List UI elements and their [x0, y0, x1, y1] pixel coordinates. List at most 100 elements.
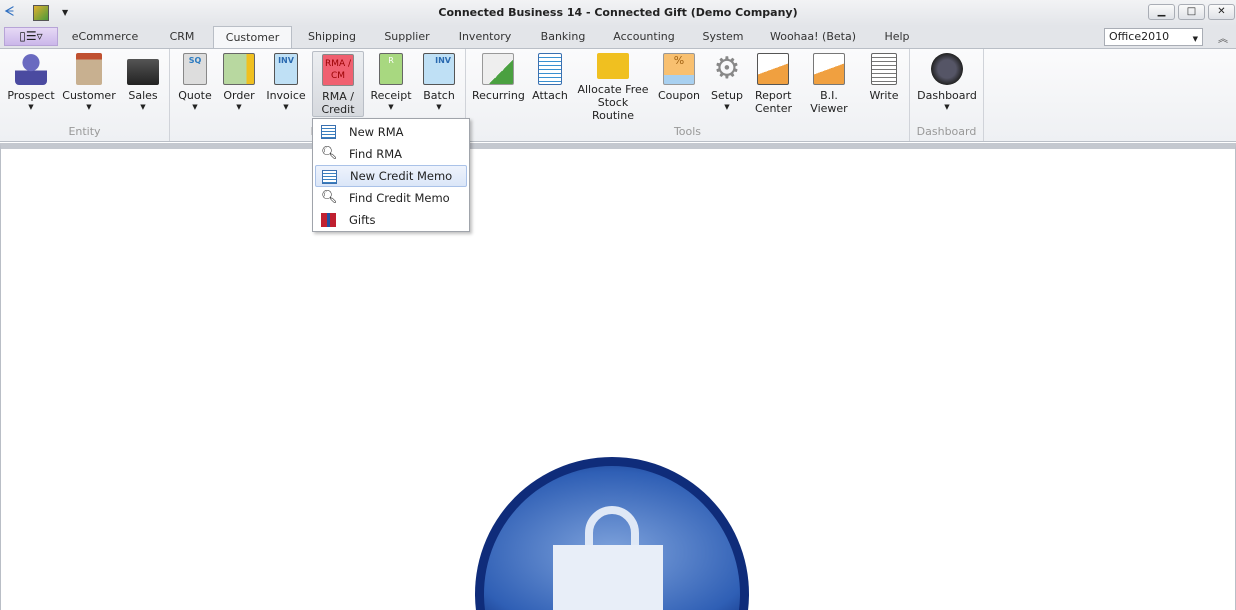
- label: Invoice: [266, 89, 306, 102]
- receipt-button[interactable]: R Receipt ▼: [368, 51, 414, 117]
- sales-button[interactable]: Sales ▼: [120, 51, 166, 117]
- minimize-button[interactable]: ▁: [1148, 4, 1175, 20]
- label: Order: [223, 89, 255, 102]
- invoice-button[interactable]: INV Invoice ▼: [264, 51, 308, 117]
- collapse-ribbon-icon[interactable]: ︽: [1218, 30, 1228, 45]
- label: Dashboard: [917, 89, 977, 102]
- dropdown-arrow-icon: ▼: [944, 103, 950, 111]
- dropdown-arrow-icon: ▼: [283, 103, 289, 111]
- tab-crm[interactable]: CRM: [154, 26, 210, 48]
- chevron-down-icon: ▼: [1192, 35, 1198, 43]
- tab-accounting[interactable]: Accounting: [606, 26, 682, 48]
- dashboard-button[interactable]: Dashboard ▼: [916, 51, 978, 117]
- briefcase-icon: [127, 59, 159, 85]
- label: Customer: [62, 89, 116, 102]
- dropdown-arrow-icon: ▼: [192, 103, 198, 111]
- tab-system[interactable]: System: [692, 26, 754, 48]
- batch-icon: INV: [423, 53, 455, 85]
- rma-credit-button[interactable]: RMA / CMRMA / Credit ▾: [312, 51, 364, 129]
- order-icon: [223, 53, 255, 85]
- dropdown-arrow-icon: ▼: [724, 103, 730, 111]
- order-button[interactable]: Order ▼: [218, 51, 260, 117]
- paperclip-icon: [538, 53, 562, 85]
- gift-icon: [321, 213, 336, 227]
- tab-customer[interactable]: Customer: [213, 26, 292, 49]
- recurring-button[interactable]: Recurring: [472, 51, 525, 117]
- label: Find Credit Memo: [349, 191, 450, 205]
- person-icon: [15, 53, 47, 85]
- window-title: Connected Business 14 - Connected Gift (…: [438, 6, 798, 19]
- report-chart-icon: [757, 53, 789, 85]
- label: Sales: [128, 89, 158, 102]
- menu-item-find-credit-memo[interactable]: 🔍︎ Find Credit Memo: [315, 187, 467, 209]
- label: Allocate Free Stock Routine: [577, 83, 649, 122]
- report-center-button[interactable]: Report Center: [752, 51, 794, 117]
- group-entity: Prospect ▼ Customer ▼ Sales ▼ Entity: [0, 49, 170, 141]
- rma-icon: RMA / CM: [322, 54, 354, 86]
- menu-item-new-credit-memo[interactable]: New Credit Memo: [315, 165, 467, 187]
- close-button[interactable]: ✕: [1208, 4, 1235, 20]
- dropdown-arrow-icon: ▼: [388, 103, 394, 111]
- tab-banking[interactable]: Banking: [530, 26, 596, 48]
- setup-button[interactable]: ⚙ Setup ▼: [708, 51, 746, 117]
- dropdown-arrow-icon: ▼: [28, 103, 34, 111]
- batch-button[interactable]: INV Batch ▼: [418, 51, 460, 117]
- main-content: [0, 143, 1236, 610]
- tab-woohaa[interactable]: Woohaa! (Beta): [764, 26, 862, 48]
- invoice-icon: INV: [274, 53, 298, 85]
- label: New Credit Memo: [350, 169, 453, 183]
- magnifier-icon: 🔍︎: [321, 146, 338, 161]
- tab-supplier[interactable]: Supplier: [374, 26, 440, 48]
- prospect-button[interactable]: Prospect ▼: [4, 51, 58, 117]
- coupon-icon: %: [663, 53, 695, 85]
- write-pencil-icon: [871, 53, 897, 85]
- label: Report Center: [755, 89, 793, 115]
- tab-ecommerce[interactable]: eCommerce: [64, 26, 146, 48]
- label: Coupon: [657, 89, 701, 102]
- group-label-entity: Entity: [68, 125, 101, 138]
- label: Prospect: [7, 89, 55, 102]
- dropdown-arrow-icon: ▼: [436, 103, 442, 111]
- application-menu-button[interactable]: ▯☰▿: [4, 27, 58, 46]
- label: New RMA: [349, 125, 404, 139]
- tab-inventory[interactable]: Inventory: [450, 26, 520, 48]
- receipt-icon: R: [379, 53, 403, 85]
- theme-select[interactable]: Office2010 ▼: [1104, 28, 1203, 46]
- ribbon: Prospect ▼ Customer ▼ Sales ▼ Entity SQ Quot…: [0, 48, 1236, 142]
- label: Setup: [710, 89, 744, 102]
- bi-viewer-button[interactable]: B.I. Viewer: [800, 51, 858, 117]
- recurring-icon: [482, 53, 514, 85]
- label: Recurring: [472, 89, 525, 102]
- speedometer-icon: [931, 53, 963, 85]
- menu-item-new-rma[interactable]: New RMA: [315, 121, 467, 143]
- menu-item-find-rma[interactable]: 🔍︎ Find RMA: [315, 143, 467, 165]
- group-label-tools: Tools: [673, 125, 702, 138]
- label: Find RMA: [349, 147, 402, 161]
- grocery-bag-icon: [76, 53, 102, 85]
- magnifier-icon: 🔍︎: [321, 190, 338, 205]
- allocate-free-stock-button[interactable]: Allocate Free Stock Routine: [576, 51, 650, 122]
- new-document-icon: [322, 170, 337, 184]
- tab-help[interactable]: Help: [872, 26, 922, 48]
- dropdown-arrow-icon: ▼: [236, 103, 242, 111]
- label: Attach: [532, 89, 568, 102]
- coupon-button[interactable]: % Coupon: [656, 51, 702, 117]
- quote-icon: SQ: [183, 53, 207, 85]
- label: Receipt: [370, 89, 412, 102]
- quote-button[interactable]: SQ Quote ▼: [176, 51, 214, 117]
- attach-button[interactable]: Attach: [530, 51, 570, 117]
- label: B.I. Viewer: [810, 89, 848, 115]
- write-button[interactable]: Write: [864, 51, 904, 117]
- group-dashboard: Dashboard ▼ Dashboard: [910, 49, 984, 141]
- menu-item-gifts[interactable]: Gifts: [315, 209, 467, 231]
- ribbon-tabs: ▯☰▿ eCommerce CRM Customer Shipping Supp…: [0, 26, 1236, 49]
- tab-shipping[interactable]: Shipping: [298, 26, 366, 48]
- dropdown-arrow-icon: ▼: [86, 103, 92, 111]
- group-label-dashboard: Dashboard: [916, 125, 977, 138]
- allocate-icon: [597, 53, 629, 79]
- bi-chart-icon: [813, 53, 845, 85]
- maximize-button[interactable]: □: [1178, 4, 1205, 20]
- theme-select-value: Office2010: [1109, 30, 1170, 43]
- group-tools: Recurring Attach Allocate Free Stock Rou…: [466, 49, 910, 141]
- customer-button[interactable]: Customer ▼: [62, 51, 116, 117]
